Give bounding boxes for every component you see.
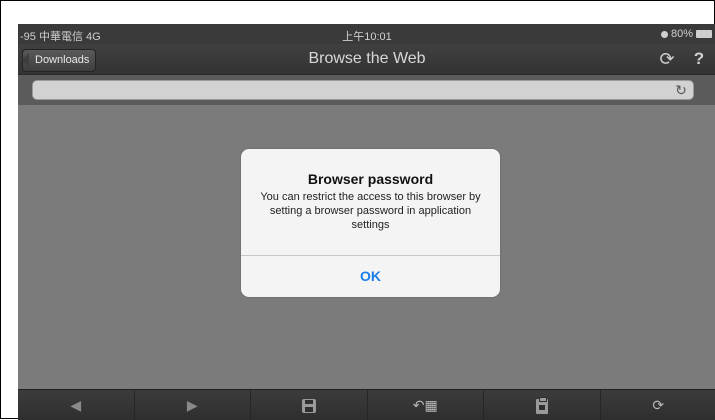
back-arrow-icon[interactable]: ◀ — [18, 390, 135, 420]
forward-arrow-icon[interactable]: ▶ — [135, 390, 252, 420]
status-time: 上午10:01 — [18, 28, 715, 44]
help-button[interactable]: ? — [688, 48, 710, 70]
alarm-icon — [661, 31, 668, 38]
status-bar: -95 中華電信 4G 上午10:01 80% — [18, 24, 715, 44]
sync-icon[interactable]: ⟳ — [656, 48, 678, 70]
clipboard-icon — [536, 399, 548, 414]
bottom-toolbar: ◀ ▶ ↶▦ ⟳ — [18, 389, 715, 420]
screenshot-frame: -95 中華電信 4G 上午10:01 80% Downloads Browse… — [0, 0, 715, 419]
battery-percent: 80% — [671, 28, 693, 40]
save-button[interactable] — [251, 390, 368, 420]
share-arrow-icon: ↶▦ — [413, 397, 438, 413]
floppy-disk-icon — [302, 399, 316, 413]
alert-message: You can restrict the access to this brow… — [251, 190, 490, 232]
clipboard-button[interactable] — [484, 390, 601, 420]
navigation-bar: Downloads Browse the Web ⟳ ? — [18, 44, 715, 75]
device-screen: -95 中華電信 4G 上午10:01 80% Downloads Browse… — [18, 24, 715, 420]
status-right-group: 80% — [661, 28, 712, 40]
alert-ok-button[interactable]: OK — [241, 256, 500, 297]
url-bar: ↻ — [18, 75, 715, 105]
reload-icon[interactable]: ↻ — [672, 80, 690, 100]
browser-password-alert: Browser password You can restrict the ac… — [241, 149, 500, 297]
reload-icon: ⟳ — [652, 397, 664, 413]
battery-icon — [696, 30, 712, 38]
reload-button[interactable]: ⟳ — [601, 390, 715, 420]
page-title: Browse the Web — [18, 44, 715, 74]
alert-title: Browser password — [241, 171, 500, 187]
url-input[interactable] — [32, 80, 694, 100]
share-button[interactable]: ↶▦ — [368, 390, 485, 420]
